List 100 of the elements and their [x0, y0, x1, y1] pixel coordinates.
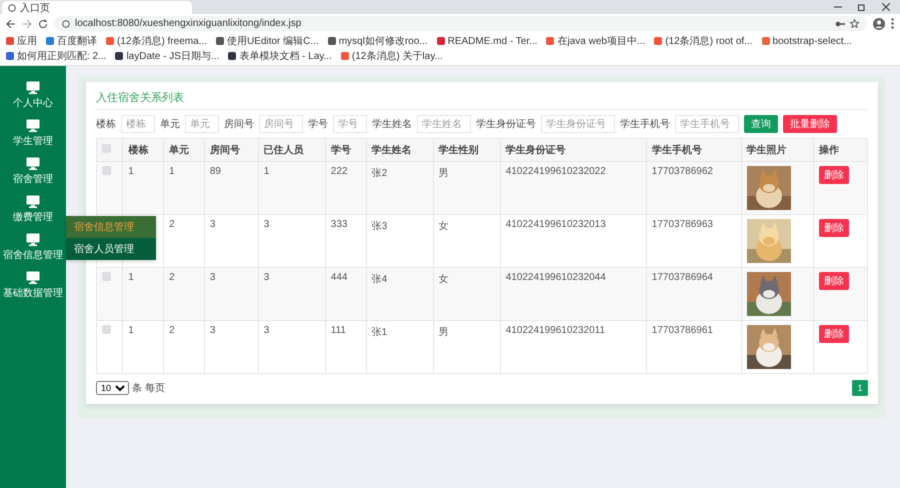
table-cell: 1: [169, 166, 175, 177]
filter-label: 单元: [160, 118, 180, 131]
table-cell: 3: [264, 325, 270, 336]
sidebar-item[interactable]: 基础数据管理: [0, 266, 66, 304]
table-cell: 17703786964: [652, 272, 713, 283]
reload-icon[interactable]: [38, 18, 48, 28]
sidebar-item[interactable]: 缴费管理: [0, 190, 66, 228]
table-cell: 3: [210, 272, 216, 283]
table-cell: 张4: [372, 274, 388, 285]
bookmark[interactable]: (12条消息) root of...: [654, 34, 753, 48]
filter-label: 学生姓名: [372, 118, 412, 131]
bookmark[interactable]: 在java web项目中...: [546, 34, 646, 48]
filter-field[interactable]: 学生姓名: [417, 115, 471, 133]
filter-label: 学生身份证号: [476, 118, 536, 131]
filter-field[interactable]: 楼栋: [121, 115, 155, 133]
bookmark[interactable]: 使用UEditor 编辑C...: [216, 34, 319, 48]
table-cell: 2: [169, 325, 175, 336]
sidebar-item[interactable]: 学生管理: [0, 114, 66, 152]
bookmark[interactable]: README.md - Ter...: [436, 34, 538, 48]
table-cell: 张3: [372, 221, 388, 232]
bookmark[interactable]: layDate - JS日期与...: [115, 49, 220, 63]
table-cell: 410224199610232011: [506, 325, 606, 336]
filter-label: 学号: [308, 118, 328, 131]
close-icon[interactable]: [882, 3, 890, 11]
bookmark[interactable]: 应用: [6, 34, 37, 48]
url-text: localhost:8080/xueshengxinxiguanlixitong/index.jsp: [75, 18, 302, 29]
submenu-item[interactable]: 宿舍人员管理: [66, 238, 156, 260]
table-cell: 2: [169, 272, 175, 283]
table-cell: 3: [264, 272, 270, 283]
header-cell: 学生性别: [433, 138, 500, 162]
header-cell: 已住人员: [258, 138, 326, 162]
table-cell: 3: [210, 325, 216, 336]
filter-field[interactable]: 学号: [333, 115, 367, 133]
checkbox[interactable]: [102, 144, 111, 153]
table-cell: 17703786962: [652, 166, 713, 177]
bookmark[interactable]: mysql如何修改roo...: [328, 34, 428, 48]
table-cell: 3: [210, 219, 216, 230]
header-cell: 学生姓名: [366, 138, 434, 162]
bookmark[interactable]: 百度翻译: [46, 34, 97, 48]
table-cell: 张2: [372, 168, 388, 179]
restore-icon[interactable]: [858, 3, 866, 11]
header-cell: 学生照片: [741, 138, 814, 162]
sidebar-item[interactable]: 宿舍管理: [0, 152, 66, 190]
table-cell: 410224199610232022: [506, 166, 606, 177]
star-icon[interactable]: [850, 19, 859, 28]
table-cell: 111: [330, 325, 346, 336]
table-cell: 222: [330, 166, 348, 177]
delete-button[interactable]: 删除: [819, 219, 850, 237]
delete-button[interactable]: 删除: [819, 166, 850, 184]
bookmark[interactable]: (12条消息) freema...: [106, 34, 208, 48]
page-size-select[interactable]: 10: [96, 381, 129, 395]
filter-label: 房间号: [224, 118, 254, 131]
table-cell: 1: [128, 272, 134, 283]
table-cell: 男: [438, 168, 449, 179]
filter-field[interactable]: 单元: [185, 115, 219, 133]
sidebar-item[interactable]: 宿舍信息管理: [0, 228, 66, 266]
table-cell: 3: [264, 219, 270, 230]
monitor-icon: [26, 118, 40, 132]
filter-label: 学生手机号: [620, 118, 670, 131]
bookmark[interactable]: bootstrap-select...: [762, 34, 852, 48]
monitor-icon: [26, 156, 40, 170]
table-cell: 2: [169, 219, 175, 230]
table-cell: 张1: [372, 327, 388, 338]
bookmark[interactable]: 如何用正则匹配: 2...: [6, 49, 106, 63]
filter-field[interactable]: 学生身份证号: [541, 115, 615, 133]
header-cell: 操作: [814, 138, 868, 162]
table-cell: 444: [330, 272, 348, 283]
menu-icon[interactable]: [891, 18, 894, 29]
sidebar-item[interactable]: 个人中心: [0, 76, 66, 114]
bookmark[interactable]: (12条消息) 关于lay...: [340, 49, 443, 63]
browser-tab[interactable]: 入口页: [2, 1, 192, 14]
table-cell: 女: [438, 221, 449, 232]
page-button[interactable]: 1: [852, 380, 868, 396]
table-cell: 1: [128, 166, 134, 177]
search-button[interactable]: 查询: [744, 115, 778, 133]
table-cell: 女: [438, 274, 449, 285]
delete-button[interactable]: 删除: [819, 325, 850, 343]
back-icon[interactable]: [6, 18, 16, 28]
profile-icon[interactable]: [873, 18, 885, 30]
filter-label: 楼栋: [96, 118, 116, 131]
monitor-icon: [26, 80, 40, 94]
table-cell: 17703786963: [652, 219, 713, 230]
monitor-icon: [26, 194, 40, 208]
monitor-icon: [26, 270, 40, 284]
table-cell: 男: [438, 327, 449, 338]
filter-field[interactable]: 房间号: [259, 115, 303, 133]
batch-delete-button[interactable]: 批量删除: [783, 115, 837, 133]
filter-field[interactable]: 学生手机号: [675, 115, 739, 133]
address-bar[interactable]: localhost:8080/xueshengxinxiguanlixitong/index.jsp: [54, 16, 867, 31]
checkbox[interactable]: [102, 166, 111, 175]
monitor-icon: [26, 232, 40, 246]
checkbox[interactable]: [102, 325, 111, 334]
bookmark[interactable]: 表单模块文档 - Lay...: [228, 49, 332, 63]
page-size-label: 条 每页: [132, 382, 165, 395]
checkbox[interactable]: [102, 272, 111, 281]
card-title: 入住宿舍关系列表: [96, 88, 868, 110]
header-cell: 房间号: [204, 138, 258, 162]
delete-button[interactable]: 删除: [819, 272, 850, 290]
table-cell: 333: [330, 219, 348, 230]
header-cell: 学号: [325, 138, 366, 162]
